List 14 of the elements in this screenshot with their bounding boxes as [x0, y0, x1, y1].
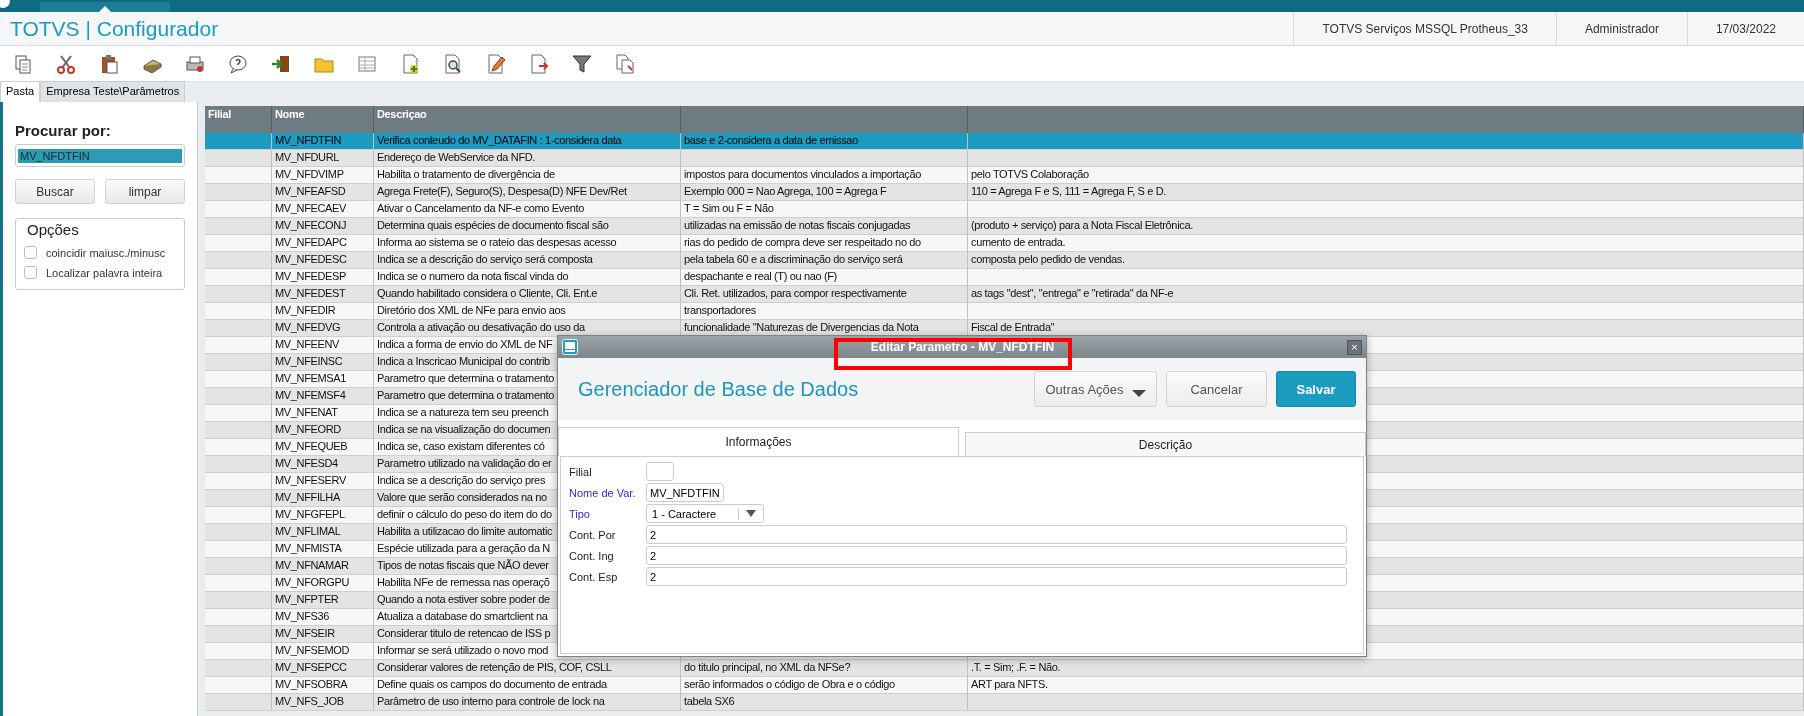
checkbox-label: Localizar palavra inteira — [46, 266, 163, 279]
table-cell: Parâmetro de uso interno para controle de lock na — [374, 694, 681, 711]
table-cell: MV_NFS_JOB — [272, 694, 374, 711]
dialog-title: Editar Parametro - MV_NFDTFIN — [869, 340, 1056, 354]
checkbox-label: coincidir maiusc./minusc — [46, 246, 166, 259]
environment-label: TOTVS Serviços MSSQL Protheus_33 — [1293, 12, 1556, 45]
search-label: Procurar por: — [15, 122, 112, 139]
table-cell: tabela SX6 — [681, 694, 968, 711]
app-title: TOTVS | Configurador — [9, 16, 220, 41]
field-label: Tipo — [569, 507, 591, 520]
user-name: Administrador — [1555, 12, 1687, 45]
field-label: Cont. Por — [569, 528, 617, 541]
date-label: 17/03/2022 — [1686, 12, 1804, 45]
options-title: Opções — [24, 221, 82, 238]
